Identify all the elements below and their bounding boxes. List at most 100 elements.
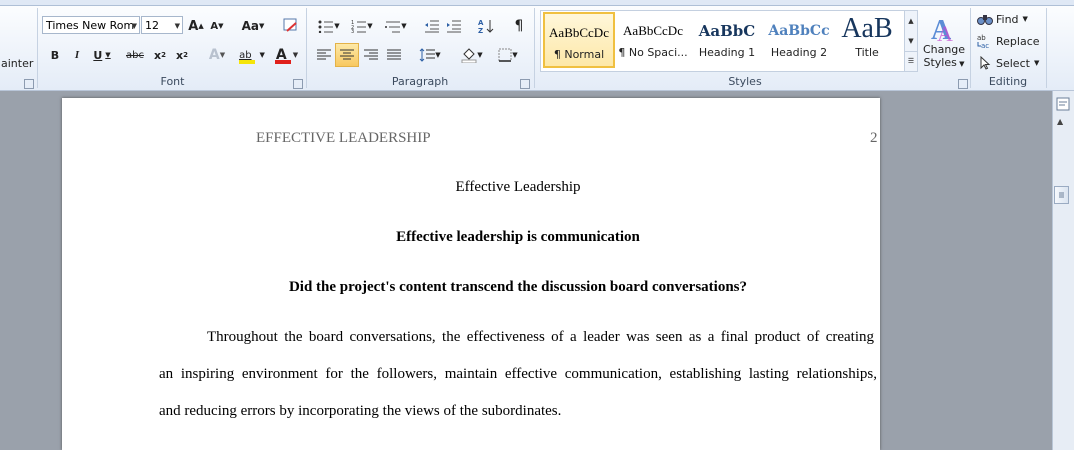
replace-icon: abac bbox=[977, 34, 989, 49]
underline-button[interactable]: U ▼ bbox=[89, 44, 115, 66]
paragraph-group-label: Paragraph bbox=[391, 75, 449, 88]
multilevel-list-button[interactable]: ▼ bbox=[380, 15, 412, 37]
ruler-toggle-icon[interactable] bbox=[1056, 97, 1070, 111]
bullets-button[interactable]: ▼ bbox=[313, 15, 345, 37]
replace-button[interactable]: ab ac Replace bbox=[976, 30, 1050, 52]
line-spacing-icon bbox=[419, 48, 436, 62]
select-button[interactable]: Select ▼ bbox=[976, 52, 1050, 74]
borders-icon bbox=[498, 48, 512, 62]
font-name-value: Times New Rom bbox=[46, 19, 135, 32]
font-size-field[interactable]: 12 ▼ bbox=[141, 16, 183, 34]
show-formatting-button[interactable]: ¶ bbox=[508, 15, 530, 37]
paragraph-line: an inspiring environment for the followe… bbox=[159, 366, 877, 382]
subscript-button[interactable]: x2 bbox=[150, 44, 170, 66]
cursor-icon bbox=[980, 56, 991, 70]
style-name: Title bbox=[855, 46, 879, 59]
strikethrough-label: abc bbox=[126, 49, 144, 61]
binoculars-icon bbox=[977, 15, 993, 25]
text-effects-button[interactable]: A ▼ bbox=[202, 44, 232, 66]
increase-indent-button[interactable] bbox=[443, 15, 465, 37]
styles-gallery-scroll[interactable]: ▲ ▼ ☰ bbox=[904, 10, 918, 72]
font-dialog-launcher-icon[interactable] bbox=[293, 79, 303, 89]
page-number: 2 bbox=[870, 130, 878, 146]
replace-label: Replace bbox=[996, 34, 1040, 48]
font-group-label: Font bbox=[160, 75, 185, 88]
justify-icon bbox=[387, 49, 401, 60]
chevron-up-icon[interactable]: ▲ bbox=[905, 11, 917, 31]
change-styles-label-1: Change bbox=[922, 43, 966, 56]
increase-indent-icon bbox=[447, 20, 461, 33]
clipboard-dialog-launcher-icon[interactable] bbox=[24, 79, 34, 89]
clear-formatting-button[interactable] bbox=[280, 15, 302, 37]
clear-formatting-icon bbox=[283, 18, 297, 32]
style-heading-2[interactable]: AaBbCc Heading 2 bbox=[763, 12, 835, 68]
shrink-font-icon: A bbox=[210, 20, 219, 32]
document-page[interactable]: EFFECTIVE LEADERSHIP 2 Effective Leaders… bbox=[62, 98, 880, 450]
line-spacing-button[interactable]: ▼ bbox=[414, 44, 446, 66]
page-header-text: EFFECTIVE LEADERSHIP bbox=[256, 130, 431, 146]
change-styles-button[interactable]: AA Change Styles ▼ bbox=[920, 8, 968, 74]
group-separator bbox=[1046, 8, 1047, 88]
group-separator bbox=[37, 8, 38, 88]
italic-label: I bbox=[74, 49, 80, 61]
find-button[interactable]: Find ▼ bbox=[976, 8, 1042, 30]
chevron-up-icon[interactable]: ▲ bbox=[1057, 117, 1063, 126]
align-right-button[interactable] bbox=[360, 44, 382, 66]
shrink-font-button[interactable]: A ▼ bbox=[207, 15, 227, 37]
paint-bucket-icon bbox=[461, 48, 477, 63]
bold-button[interactable]: B bbox=[45, 44, 65, 66]
shading-button[interactable]: ▼ bbox=[456, 44, 488, 66]
style-preview: AaBbCc bbox=[768, 23, 830, 39]
vertical-scrollbar[interactable]: ▲ bbox=[1052, 91, 1074, 450]
highlight-button[interactable]: ab ▼ bbox=[234, 44, 270, 66]
chevron-down-icon[interactable]: ▼ bbox=[175, 17, 180, 35]
scrollbar-thumb[interactable] bbox=[1054, 186, 1069, 204]
styles-dialog-launcher-icon[interactable] bbox=[958, 79, 968, 89]
decrease-indent-button[interactable] bbox=[421, 15, 443, 37]
paragraph-line: Throughout the board conversations, the … bbox=[207, 329, 874, 345]
svg-text:Z: Z bbox=[478, 27, 483, 34]
paragraph-line: and reducing errors by incorporating the… bbox=[159, 403, 562, 419]
format-painter-button[interactable]: ainter bbox=[0, 52, 36, 74]
sort-icon: AZ bbox=[478, 19, 494, 34]
sort-button[interactable]: AZ bbox=[474, 15, 498, 37]
font-color-button[interactable]: A ▼ bbox=[270, 44, 304, 66]
chevron-down-icon[interactable]: ▼ bbox=[905, 31, 917, 51]
svg-text:ab: ab bbox=[977, 34, 986, 42]
highlight-color-swatch bbox=[239, 60, 255, 64]
center-button[interactable] bbox=[335, 43, 359, 67]
paragraph-dialog-launcher-icon[interactable] bbox=[520, 79, 530, 89]
group-separator bbox=[306, 8, 307, 88]
change-case-button[interactable]: Aa ▼ bbox=[238, 15, 268, 37]
more-styles-icon[interactable]: ☰ bbox=[905, 51, 917, 70]
pilcrow-icon: ¶ bbox=[514, 18, 524, 34]
superscript-label: x bbox=[176, 48, 184, 62]
strikethrough-button[interactable]: abc bbox=[122, 44, 148, 66]
bold-label: B bbox=[50, 48, 60, 62]
style-preview: AaBbC bbox=[698, 22, 756, 40]
borders-button[interactable]: ▼ bbox=[492, 44, 524, 66]
style-normal[interactable]: AaBbCcDc ¶ Normal bbox=[543, 12, 615, 68]
style-title[interactable]: AaB Title bbox=[831, 12, 903, 68]
chevron-down-icon[interactable]: ▼ bbox=[132, 17, 137, 35]
italic-button[interactable]: I bbox=[67, 44, 87, 66]
style-preview: AaBbCcDc bbox=[549, 25, 609, 40]
numbering-button[interactable]: 1 2 3 ▼ bbox=[346, 15, 378, 37]
find-label: Find bbox=[996, 12, 1019, 26]
justify-button[interactable] bbox=[383, 44, 405, 66]
underline-label: U bbox=[93, 48, 103, 62]
align-left-button[interactable] bbox=[313, 44, 335, 66]
change-styles-icon: AA bbox=[931, 15, 953, 43]
style-preview: AaBbCcDc bbox=[623, 23, 683, 38]
subscript-label: x bbox=[154, 48, 162, 62]
font-color-swatch bbox=[275, 60, 291, 64]
svg-text:ac: ac bbox=[981, 42, 989, 49]
style-heading-1[interactable]: AaBbC Heading 1 bbox=[691, 12, 763, 68]
grow-font-button[interactable]: A ▲ bbox=[186, 15, 206, 37]
superscript-button[interactable]: x2 bbox=[172, 44, 192, 66]
style-name: Heading 1 bbox=[698, 46, 756, 59]
font-name-field[interactable]: Times New Rom ▼ bbox=[42, 16, 140, 34]
styles-gallery: AaBbCcDc ¶ Normal AaBbCcDc ¶ No Spaci...… bbox=[540, 10, 906, 72]
svg-text:A: A bbox=[478, 19, 484, 27]
style-no-spacing[interactable]: AaBbCcDc ¶ No Spaci... bbox=[617, 12, 689, 68]
